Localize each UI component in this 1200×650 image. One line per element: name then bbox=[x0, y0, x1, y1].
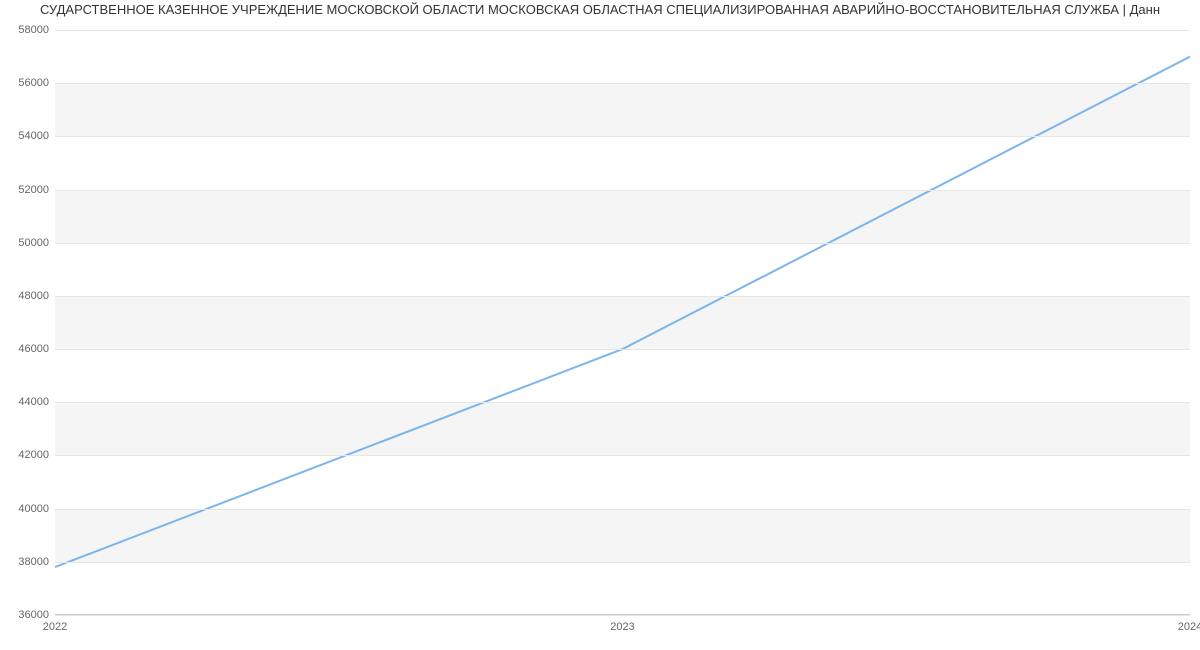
grid-line bbox=[55, 509, 1190, 510]
y-tick-label: 40000 bbox=[18, 503, 49, 515]
grid-line bbox=[55, 83, 1190, 84]
grid-line bbox=[55, 455, 1190, 456]
plot-area: 3600038000400004200044000460004800050000… bbox=[55, 30, 1190, 615]
y-tick-label: 58000 bbox=[18, 24, 49, 36]
x-tick-label: 2022 bbox=[43, 621, 67, 633]
y-tick-label: 36000 bbox=[18, 609, 49, 621]
y-tick-label: 48000 bbox=[18, 290, 49, 302]
line-series bbox=[55, 30, 1190, 615]
chart-container: СУДАРСТВЕННОЕ КАЗЕННОЕ УЧРЕЖДЕНИЕ МОСКОВ… bbox=[0, 0, 1200, 650]
y-tick-label: 52000 bbox=[18, 184, 49, 196]
y-tick-label: 50000 bbox=[18, 237, 49, 249]
x-tick-label: 2024 bbox=[1178, 621, 1200, 633]
grid-line bbox=[55, 190, 1190, 191]
y-tick-label: 38000 bbox=[18, 556, 49, 568]
grid-line bbox=[55, 615, 1190, 616]
grid-line bbox=[55, 30, 1190, 31]
y-tick-label: 56000 bbox=[18, 77, 49, 89]
grid-line bbox=[55, 349, 1190, 350]
grid-line bbox=[55, 136, 1190, 137]
grid-line bbox=[55, 402, 1190, 403]
x-tick-label: 2023 bbox=[610, 621, 634, 633]
y-tick-label: 46000 bbox=[18, 343, 49, 355]
grid-line bbox=[55, 296, 1190, 297]
grid-line bbox=[55, 243, 1190, 244]
y-tick-label: 54000 bbox=[18, 130, 49, 142]
chart-title: СУДАРСТВЕННОЕ КАЗЕННОЕ УЧРЕЖДЕНИЕ МОСКОВ… bbox=[0, 2, 1200, 17]
y-tick-label: 44000 bbox=[18, 396, 49, 408]
grid-line bbox=[55, 562, 1190, 563]
y-tick-label: 42000 bbox=[18, 449, 49, 461]
